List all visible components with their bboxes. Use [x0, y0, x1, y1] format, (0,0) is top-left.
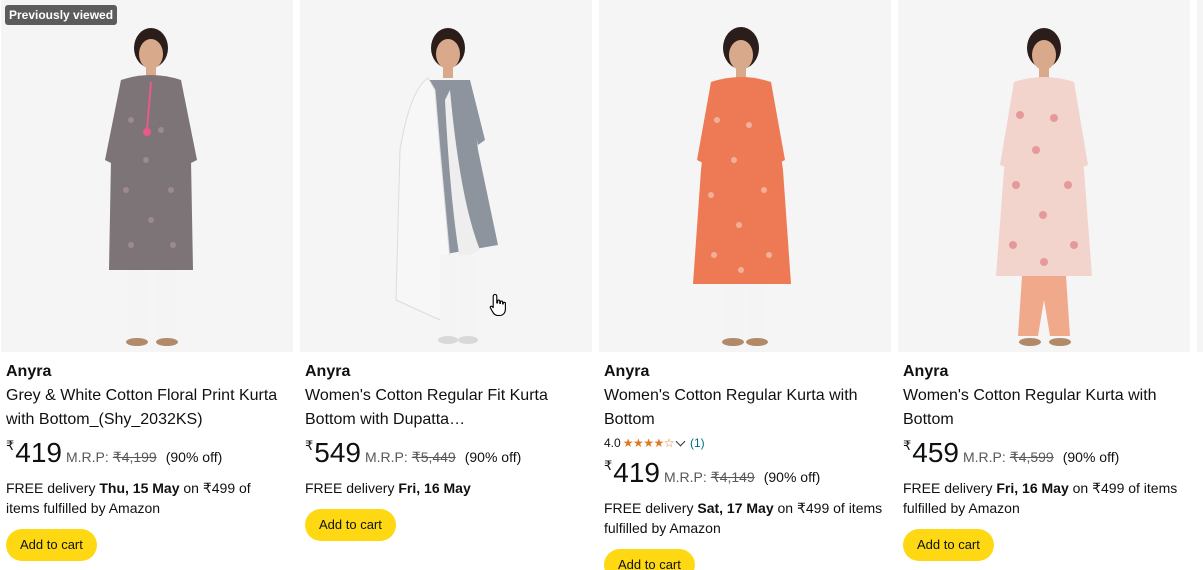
currency-symbol: ₹ — [6, 438, 15, 453]
next-product-card-edge — [1197, 0, 1203, 352]
product-card[interactable]: Anyra Women's Cotton Regular Fit Kurta B… — [300, 0, 592, 570]
mrp-label: M.R.P: — [365, 449, 408, 465]
price: 419 — [613, 457, 660, 488]
product-image[interactable] — [599, 0, 891, 352]
currency-symbol: ₹ — [903, 438, 912, 453]
product-title[interactable]: Women's Cotton Regular Kurta with Bottom — [903, 384, 1187, 432]
product-title-line[interactable]: Bottom — [604, 408, 888, 432]
delivery-prefix: FREE delivery — [903, 480, 997, 496]
rating-row[interactable]: 4.0 ★★★★☆ (1) — [604, 434, 888, 452]
mrp-value: ₹4,199 — [112, 449, 157, 465]
price: 549 — [314, 437, 361, 468]
product-card[interactable]: Anyra Women's Cotton Regular Kurta with … — [599, 0, 891, 570]
star-rating-icon[interactable]: ★★★★☆ — [623, 434, 675, 452]
price-row: ₹ 419 M.R.P: ₹4,149 (90% off) — [604, 458, 888, 492]
delivery-date: Thu, 15 May — [99, 480, 180, 496]
price-row: ₹ 549 M.R.P: ₹5,449 (90% off) — [305, 438, 589, 472]
discount: (90% off) — [1062, 449, 1120, 465]
product-image[interactable] — [300, 0, 592, 352]
product-info: Anyra Women's Cotton Regular Fit Kurta B… — [305, 360, 589, 541]
kurta-product-image — [693, 27, 791, 346]
price: 459 — [912, 437, 959, 468]
product-title[interactable]: Women's Cotton Regular Kurta with Bottom — [604, 384, 888, 432]
currency-symbol: ₹ — [604, 458, 613, 473]
product-brand: Anyra — [305, 363, 351, 380]
price: 419 — [15, 437, 62, 468]
add-to-cart-button[interactable]: Add to cart — [6, 529, 97, 561]
kurta-product-image — [105, 28, 197, 346]
product-title-line[interactable]: Bottom with Dupatta… — [305, 408, 589, 432]
product-brand: Anyra — [903, 363, 949, 380]
discount: (90% off) — [464, 449, 522, 465]
product-title-line[interactable]: Bottom — [903, 408, 1187, 432]
add-to-cart-button[interactable]: Add to cart — [305, 509, 396, 541]
product-title-line[interactable]: Women's Cotton Regular Kurta with — [903, 384, 1187, 408]
product-brand: Anyra — [6, 363, 52, 380]
product-title-line[interactable]: Women's Cotton Regular Fit Kurta — [305, 384, 589, 408]
discount: (90% off) — [165, 449, 223, 465]
product-title-line[interactable]: Grey & White Cotton Floral Print Kurta — [6, 384, 290, 408]
delivery-info: FREE delivery Fri, 16 May — [305, 478, 585, 498]
mrp-label: M.R.P: — [66, 449, 109, 465]
product-info: Anyra Women's Cotton Regular Kurta with … — [604, 360, 888, 570]
rating-value: 4.0 — [604, 436, 621, 450]
product-title-line[interactable]: with Bottom_(Shy_2032KS) — [6, 408, 290, 432]
product-grid: Previously viewed Anyra Grey & White Cot… — [0, 0, 1203, 570]
mrp-label: M.R.P: — [664, 469, 707, 485]
hand-pointer-icon — [489, 293, 506, 317]
delivery-prefix: FREE delivery — [305, 480, 399, 496]
mrp-value: ₹4,599 — [1009, 449, 1054, 465]
product-info: Anyra Grey & White Cotton Floral Print K… — [6, 360, 290, 561]
kurta-product-image — [996, 28, 1092, 346]
delivery-prefix: FREE delivery — [6, 480, 100, 496]
product-title[interactable]: Grey & White Cotton Floral Print Kurta w… — [6, 384, 290, 432]
currency-symbol: ₹ — [305, 438, 314, 453]
price-row: ₹ 419 M.R.P: ₹4,199 (90% off) — [6, 438, 290, 472]
delivery-info: FREE delivery Fri, 16 May on ₹499 of ite… — [903, 478, 1183, 518]
product-image[interactable] — [898, 0, 1190, 352]
delivery-date: Fri, 16 May — [398, 480, 471, 496]
product-image[interactable] — [1, 0, 293, 352]
delivery-date: Sat, 17 May — [697, 500, 774, 516]
delivery-date: Fri, 16 May — [996, 480, 1069, 496]
mrp-value: ₹4,149 — [710, 469, 755, 485]
mrp-value: ₹5,449 — [411, 449, 456, 465]
mrp-label: M.R.P: — [963, 449, 1006, 465]
product-brand: Anyra — [604, 363, 650, 380]
product-title-line[interactable]: Women's Cotton Regular Kurta with — [604, 384, 888, 408]
product-card[interactable]: Anyra Women's Cotton Regular Kurta with … — [898, 0, 1190, 570]
delivery-prefix: FREE delivery — [604, 500, 698, 516]
price-row: ₹ 459 M.R.P: ₹4,599 (90% off) — [903, 438, 1187, 472]
rating-count-link[interactable]: (1) — [690, 434, 705, 452]
add-to-cart-button[interactable]: Add to cart — [903, 529, 994, 561]
delivery-info: FREE delivery Thu, 15 May on ₹499 of ite… — [6, 478, 286, 518]
kurta-dupatta-product-image — [395, 28, 498, 344]
product-card[interactable]: Previously viewed Anyra Grey & White Cot… — [1, 0, 293, 570]
product-title[interactable]: Women's Cotton Regular Fit Kurta Bottom … — [305, 384, 589, 432]
product-info: Anyra Women's Cotton Regular Kurta with … — [903, 360, 1187, 561]
add-to-cart-button[interactable]: Add to cart — [604, 549, 695, 570]
delivery-info: FREE delivery Sat, 17 May on ₹499 of ite… — [604, 498, 884, 538]
discount: (90% off) — [763, 469, 821, 485]
chevron-down-icon[interactable] — [675, 436, 686, 446]
previously-viewed-badge: Previously viewed — [5, 5, 118, 25]
